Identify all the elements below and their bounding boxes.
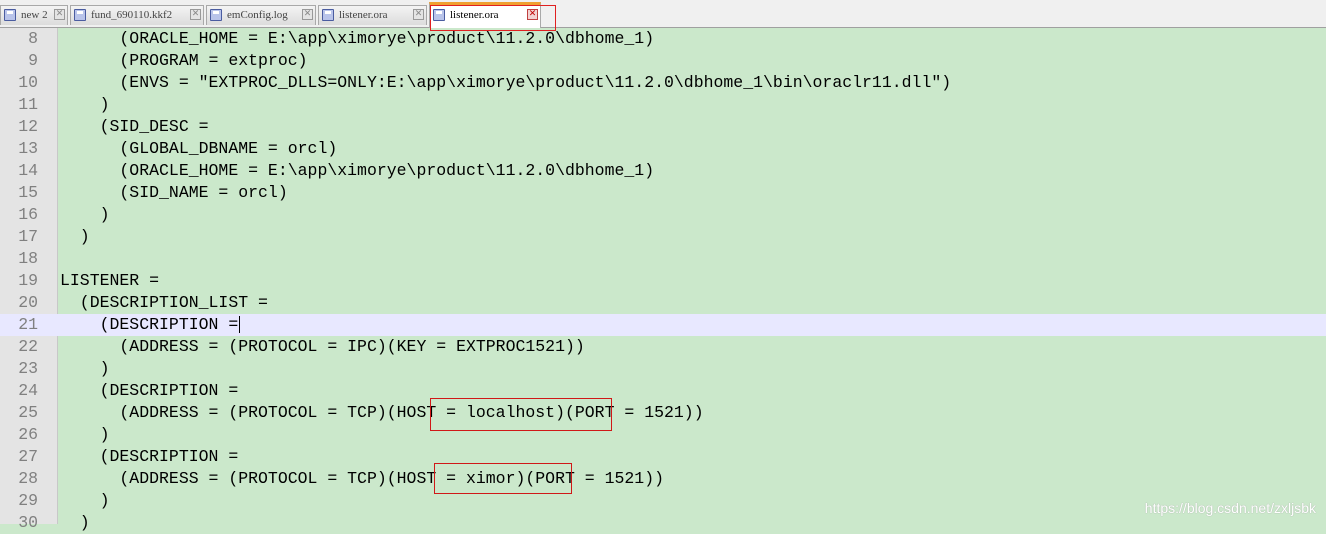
code-line[interactable]: 21 (DESCRIPTION = — [0, 314, 1326, 336]
code-text: (DESCRIPTION_LIST = — [60, 293, 268, 312]
line-number: 28 — [18, 469, 38, 488]
close-icon[interactable]: ✕ — [302, 9, 313, 20]
line-number: 17 — [18, 227, 38, 246]
highlight-box-host-localhost — [430, 398, 612, 431]
code-text: (ADDRESS = (PROTOCOL = IPC)(KEY = EXTPRO… — [60, 337, 585, 356]
tab-fund-file[interactable]: fund_690110.kkf2 ✕ — [70, 5, 204, 25]
watermark: https://blog.csdn.net/zxljsbk — [1144, 500, 1316, 516]
line-number: 23 — [18, 359, 38, 378]
code-line[interactable]: 30 ) — [0, 512, 1326, 534]
code-line[interactable]: 19 LISTENER = — [0, 270, 1326, 292]
code-line[interactable]: 27 (DESCRIPTION = — [0, 446, 1326, 468]
code-line[interactable]: 18 — [0, 248, 1326, 270]
code-line[interactable]: 17 ) — [0, 226, 1326, 248]
line-number: 8 — [28, 29, 38, 48]
code-text: (DESCRIPTION = — [60, 315, 241, 334]
code-line[interactable]: 29 ) — [0, 490, 1326, 512]
code-line[interactable]: 15 (SID_NAME = orcl) — [0, 182, 1326, 204]
highlight-box-host-ximor — [434, 463, 572, 494]
tab-label: new 2 — [21, 9, 48, 21]
code-text: (GLOBAL_DBNAME = orcl) — [60, 139, 338, 158]
file-icon — [4, 9, 16, 21]
tab-new-2[interactable]: new 2 ✕ — [0, 5, 68, 25]
line-number: 13 — [18, 139, 38, 158]
code-line[interactable]: 10 (ENVS = "EXTPROC_DLLS=ONLY:E:\app\xim… — [0, 72, 1326, 94]
close-icon[interactable]: ✕ — [190, 9, 201, 20]
file-icon — [210, 9, 222, 21]
file-icon — [322, 9, 334, 21]
code-line[interactable]: 8 (ORACLE_HOME = E:\app\ximorye\product\… — [0, 28, 1326, 50]
line-number: 16 — [18, 205, 38, 224]
code-text: LISTENER = — [60, 271, 160, 290]
tab-emconfig-log[interactable]: emConfig.log ✕ — [206, 5, 316, 25]
line-number: 26 — [18, 425, 38, 444]
code-text: (SID_NAME = orcl) — [60, 183, 288, 202]
line-number: 10 — [18, 73, 38, 92]
code-text: ) — [60, 205, 110, 224]
tab-listener-ora[interactable]: listener.ora ✕ — [318, 5, 427, 25]
line-number: 22 — [18, 337, 38, 356]
line-number: 9 — [28, 51, 38, 70]
text-cursor — [239, 316, 241, 334]
code-line[interactable]: 20 (DESCRIPTION_LIST = — [0, 292, 1326, 314]
code-text: (DESCRIPTION = — [60, 381, 239, 400]
code-line[interactable]: 13 (GLOBAL_DBNAME = orcl) — [0, 138, 1326, 160]
tab-bar: new 2 ✕ fund_690110.kkf2 ✕ emConfig.log … — [0, 0, 1326, 31]
code-text: ) — [60, 95, 110, 114]
code-line[interactable]: 23 ) — [0, 358, 1326, 380]
code-text: (DESCRIPTION = — [60, 447, 239, 466]
code-line[interactable]: 22 (ADDRESS = (PROTOCOL = IPC)(KEY = EXT… — [0, 336, 1326, 358]
line-number: 24 — [18, 381, 38, 400]
code-text: ) — [60, 359, 110, 378]
code-line[interactable]: 9 (PROGRAM = extproc) — [0, 50, 1326, 72]
code-text: (ORACLE_HOME = E:\app\ximorye\product\11… — [60, 161, 655, 180]
code-line[interactable]: 16 ) — [0, 204, 1326, 226]
code-line[interactable]: 26 ) — [0, 424, 1326, 446]
tab-label: emConfig.log — [227, 9, 288, 21]
code-text: (PROGRAM = extproc) — [60, 51, 308, 70]
code-text: (ENVS = "EXTPROC_DLLS=ONLY:E:\app\ximory… — [60, 73, 952, 92]
line-number: 25 — [18, 403, 38, 422]
line-number: 27 — [18, 447, 38, 466]
code-text: (SID_DESC = — [60, 117, 209, 136]
line-number: 15 — [18, 183, 38, 202]
close-icon[interactable]: ✕ — [54, 9, 65, 20]
code-text: (ORACLE_HOME = E:\app\ximorye\product\11… — [60, 29, 655, 48]
line-number: 14 — [18, 161, 38, 180]
code-text: ) — [60, 513, 90, 532]
line-number: 29 — [18, 491, 38, 510]
code-line[interactable]: 11 ) — [0, 94, 1326, 116]
code-text: (ADDRESS = (PROTOCOL = TCP)(HOST = ximor… — [60, 469, 664, 488]
line-number: 11 — [18, 95, 38, 114]
line-number: 18 — [18, 249, 38, 268]
line-number: 12 — [18, 117, 38, 136]
code-text: ) — [60, 425, 110, 444]
code-line[interactable]: 24 (DESCRIPTION = — [0, 380, 1326, 402]
line-number: 19 — [18, 271, 38, 290]
code-line[interactable]: 12 (SID_DESC = — [0, 116, 1326, 138]
code-text: ) — [60, 491, 110, 510]
line-number: 30 — [18, 513, 38, 532]
code-line[interactable]: 14 (ORACLE_HOME = E:\app\ximorye\product… — [0, 160, 1326, 182]
close-icon[interactable]: ✕ — [413, 9, 424, 20]
line-number: 20 — [18, 293, 38, 312]
line-number: 21 — [18, 315, 38, 334]
code-line[interactable]: 25 (ADDRESS = (PROTOCOL = TCP)(HOST = lo… — [0, 402, 1326, 424]
code-text: ) — [60, 227, 90, 246]
file-icon — [74, 9, 86, 21]
tab-label: fund_690110.kkf2 — [91, 9, 173, 21]
code-line[interactable]: 28 (ADDRESS = (PROTOCOL = TCP)(HOST = xi… — [0, 468, 1326, 490]
tab-label: listener.ora — [339, 9, 388, 21]
